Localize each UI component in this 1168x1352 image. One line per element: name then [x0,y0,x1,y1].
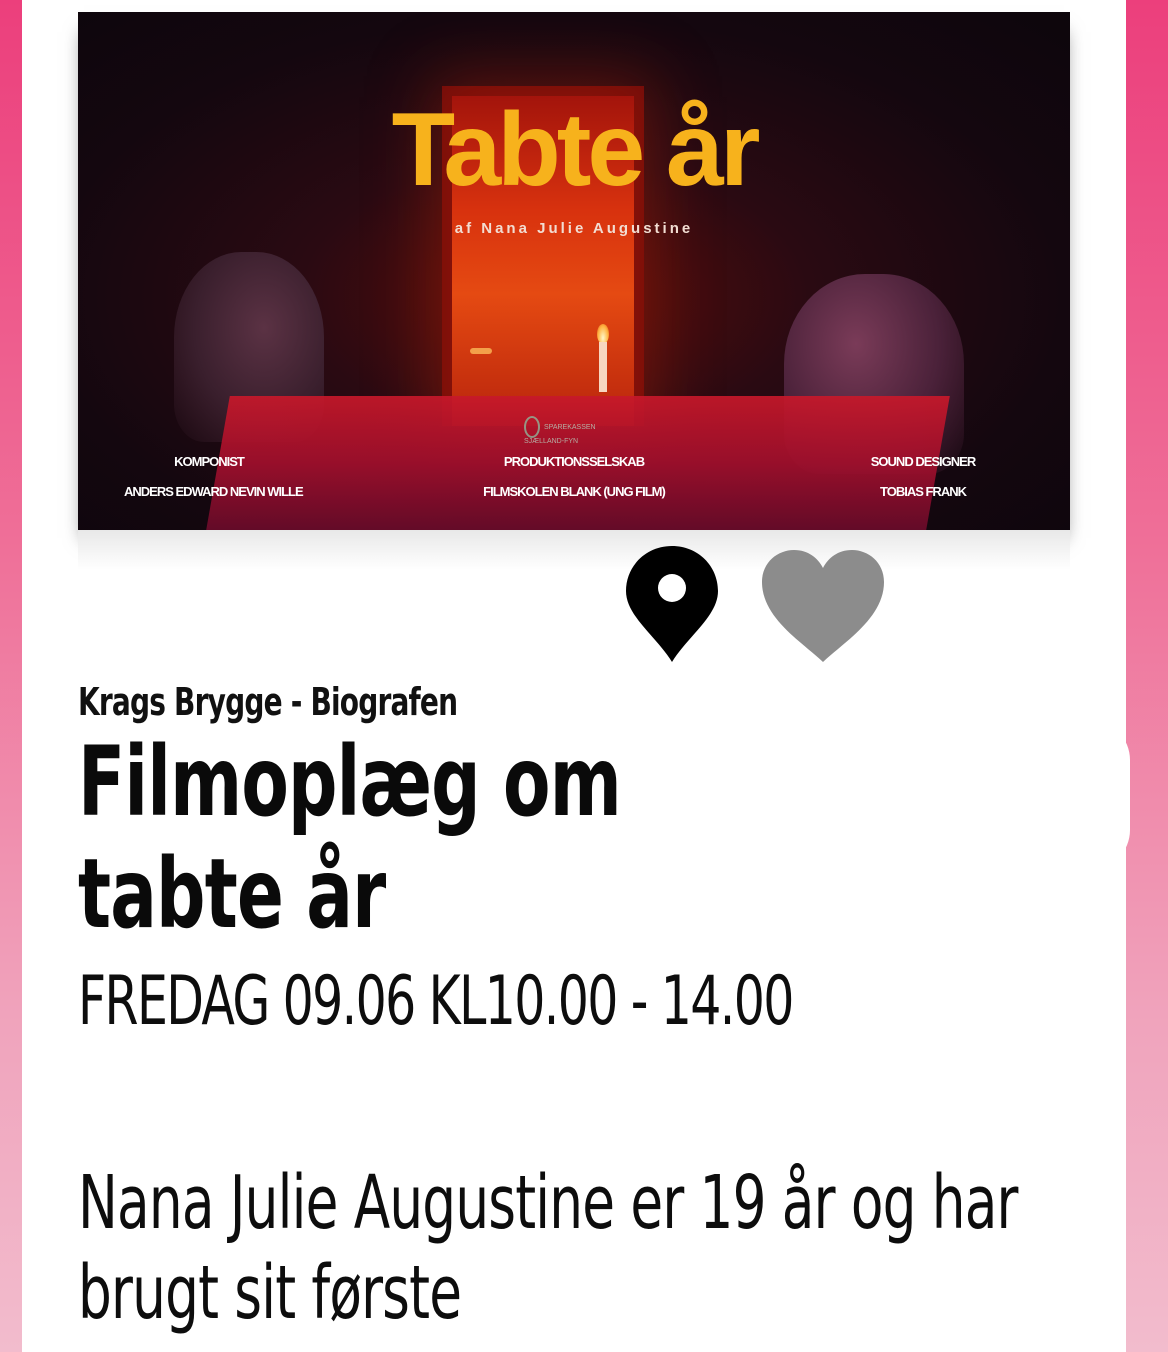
poster-candle [599,342,607,392]
event-title: Filmoplæg om tabte år [78,726,798,950]
sponsor-mark-icon [524,416,540,438]
poster-credit-sound: SOUND DESIGNER TOBIAS FRANK [848,454,998,500]
poster-candle-flame [597,324,609,344]
event-card: Tabte år af Nana Julie Augustine SPAREKA… [22,0,1126,1352]
poster-subtitle: af Nana Julie Augustine [454,220,694,237]
map-pin-icon [626,546,718,662]
event-title-line: tabte år [78,838,386,950]
location-button[interactable] [624,544,720,664]
credit-role: SOUND DESIGNER [870,454,976,469]
event-venue: Krags Brygge - Biografen [78,680,458,724]
event-description: Nana Julie Augustine er 19 år og har bru… [78,1160,1018,1336]
event-poster-image: Tabte år af Nana Julie Augustine SPAREKA… [78,12,1070,530]
credit-name: ANDERS EDWARD NEVIN WILLE [124,484,304,499]
credit-name: FILMSKOLEN BLANK (UNG FILM) [483,484,666,499]
credit-role: KOMPONIST [174,454,245,469]
poster-sponsor-logo: SPAREKASSEN SJÆLLAND-FYN [524,416,624,445]
poster-credit-composer: KOMPONIST ANDERS EDWARD NEVIN WILLE [124,454,304,500]
poster-door-handle [470,348,492,354]
poster-title: Tabte år [391,92,761,208]
event-title-line: Filmoplæg om [78,726,622,838]
credit-name: TOBIAS FRANK [880,484,967,499]
poster-credit-production: PRODUKTIONSSELSKAB FILMSKOLEN BLANK (UNG… [478,454,670,500]
heart-icon [762,550,884,662]
favorite-button[interactable] [758,546,888,664]
poster-shadow-strip [78,530,1070,570]
credit-role: PRODUKTIONSSELSKAB [503,454,645,469]
event-date: FREDAG 09.06 KL10.00 - 14.00 [78,962,794,1041]
